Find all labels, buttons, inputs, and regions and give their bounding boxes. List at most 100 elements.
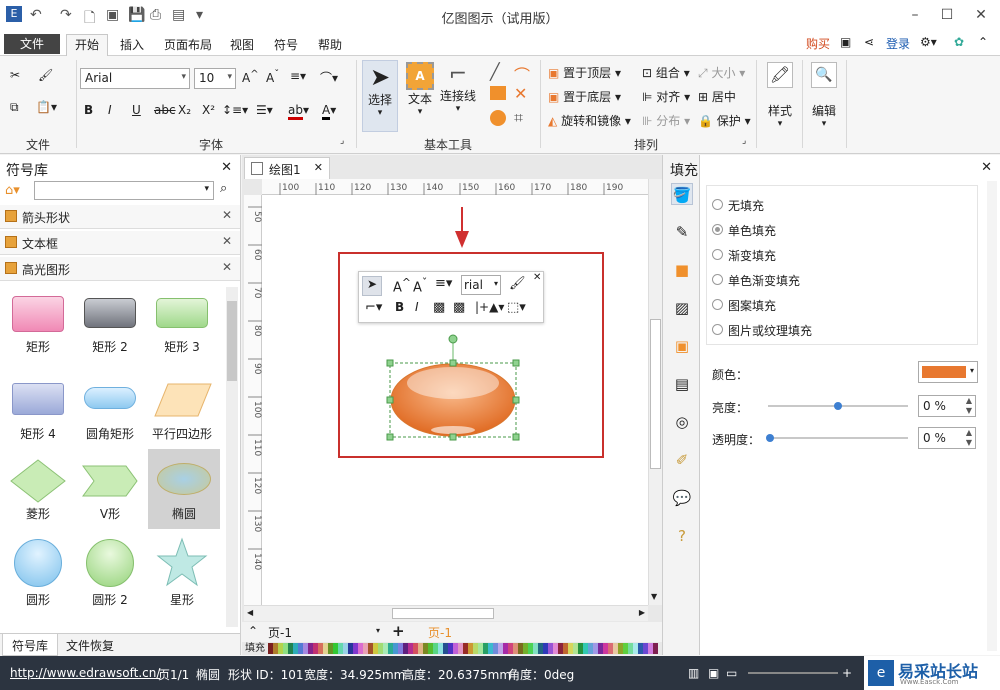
align-button[interactable]: ⊫ 对齐 ▾ — [642, 88, 690, 105]
fit-width-icon[interactable]: ▣ — [708, 666, 719, 680]
shape-item-rect2[interactable]: 矩形 2 — [74, 290, 146, 370]
palette-swatch[interactable] — [653, 643, 658, 654]
mini-toolbar-close-icon[interactable]: ✕ — [533, 272, 541, 283]
protect-button[interactable]: 🔒 保护 ▾ — [698, 112, 751, 129]
superscript-icon[interactable]: X² — [202, 103, 215, 117]
subscript-icon[interactable]: X₂ — [178, 103, 191, 117]
mini-bold-icon[interactable]: B — [395, 300, 404, 314]
edit-button[interactable]: 🔍 编辑 ▾ — [806, 62, 842, 138]
mini-align-icon[interactable]: ≡▾ — [435, 276, 452, 291]
rectangle-tool-icon[interactable] — [490, 86, 506, 100]
size-button[interactable]: ⤢ 大小 ▾ — [698, 64, 745, 81]
shadow-panel-icon[interactable]: ■ — [671, 259, 693, 281]
tab-view[interactable]: 视图 — [222, 35, 262, 56]
mini-shrink-font-icon[interactable]: Aˇ — [413, 276, 427, 295]
search-icon[interactable]: ⌕ — [220, 181, 227, 196]
minimize-icon[interactable]: – — [900, 4, 930, 26]
brightness-spinner[interactable]: 0 % ▲ ▼ — [918, 395, 976, 417]
font-dialog-launcher-icon[interactable]: ⌟ — [340, 136, 344, 146]
mini-italic-icon[interactable]: I — [415, 300, 419, 314]
shrink-font-icon[interactable]: Aˇ — [266, 69, 279, 85]
mini-bring-front-icon[interactable]: ▩ — [433, 300, 445, 315]
align-text-icon[interactable]: ≡▾ — [290, 69, 306, 83]
mini-font-select[interactable]: rial ▾ — [461, 275, 501, 295]
note-panel-icon[interactable]: ✐ — [671, 449, 693, 471]
website-link[interactable]: http://www.edrawsoft.cn/ — [10, 666, 160, 680]
shape-item-parallelogram[interactable]: 平行四边形 — [146, 377, 218, 457]
transparency-spinner[interactable]: 0 % ▲ ▼ — [918, 427, 976, 449]
tab-page-layout[interactable]: 页面布局 — [156, 35, 220, 56]
bullets-icon[interactable]: ☰▾ — [256, 103, 273, 117]
italic-icon[interactable]: I — [108, 103, 112, 117]
mini-select-icon[interactable]: ➤ — [362, 276, 382, 296]
close-fill-panel-icon[interactable]: ✕ — [981, 160, 992, 175]
rotate-mirror-button[interactable]: ◭ 旋转和镜像 ▾ — [548, 112, 631, 129]
mini-connector-icon[interactable]: ⌐▾ — [365, 300, 382, 315]
style-button[interactable]: 🖍 样式 ▾ — [762, 62, 798, 138]
bold-icon[interactable]: B — [84, 103, 93, 117]
text-direction-icon[interactable]: ⌒▾ — [320, 69, 338, 86]
tab-insert[interactable]: 插入 — [112, 35, 152, 56]
strikethrough-icon[interactable]: abc — [154, 103, 176, 117]
fill-option-single-gradient[interactable]: 单色渐变填充 — [712, 272, 800, 289]
font-name-select[interactable]: Arial ▾ — [80, 68, 190, 89]
selected-ellipse-shape[interactable] — [382, 333, 522, 445]
tab-home[interactable]: 开始 — [66, 34, 109, 57]
shape-item-circle[interactable]: 圆形 — [2, 537, 74, 617]
tab-help[interactable]: 帮助 — [310, 35, 350, 56]
library-category-arrows[interactable]: 箭头形状 ✕ — [0, 205, 240, 229]
line-tool-icon[interactable]: ╱ — [490, 62, 500, 81]
fill-option-picture[interactable]: 图片或纹理填充 — [712, 322, 812, 339]
underline-icon[interactable]: U — [132, 103, 141, 117]
login-link[interactable]: 登录 — [886, 35, 910, 52]
connector-tool-button[interactable]: ⌐ 连接线 ▾ — [438, 60, 478, 132]
fill-option-pattern[interactable]: 图案填充 — [712, 297, 776, 314]
mini-spacing-icon[interactable]: |+▲▾ — [475, 300, 504, 314]
buy-link[interactable]: 购买 — [806, 35, 830, 52]
mini-send-back-icon[interactable]: ▩ — [453, 300, 465, 315]
drawing-page[interactable]: ➤ A^ Aˇ ≡▾ rial ▾ 🖌 ✕ ⌐▾ B I ▩ ▩ |+▲▾ ⬚▾ — [262, 195, 648, 605]
line-spacing-icon[interactable]: ↕≡▾ — [222, 103, 248, 117]
format-painter-icon[interactable]: 🖌 — [38, 68, 53, 82]
library-scrollbar[interactable] — [226, 287, 238, 627]
tab-symbol-library[interactable]: 符号库 — [2, 634, 58, 656]
transparency-slider-thumb[interactable] — [766, 434, 774, 442]
shape-item-rect3[interactable]: 矩形 3 — [146, 290, 218, 370]
tab-file[interactable]: 文件 — [4, 34, 60, 54]
close-category-icon[interactable]: ✕ — [222, 208, 232, 222]
collapse-ribbon-icon[interactable]: ⌃ — [978, 35, 988, 49]
ellipse-tool-icon[interactable] — [490, 110, 506, 126]
brightness-slider[interactable] — [768, 402, 908, 410]
page-tab[interactable]: 页-1 — [428, 624, 452, 641]
share-icon[interactable]: ⋖ — [864, 35, 874, 49]
maximize-icon[interactable]: ☐ — [932, 4, 962, 26]
close-library-icon[interactable]: ✕ — [221, 160, 232, 175]
theme-icon[interactable]: ✿ — [954, 35, 964, 49]
arc-tool-icon[interactable]: ⌒ — [514, 62, 530, 86]
close-category-icon[interactable]: ✕ — [222, 260, 232, 274]
page-panel-icon[interactable]: ▤ — [671, 373, 693, 395]
close-category-icon[interactable]: ✕ — [222, 234, 232, 248]
mini-grow-font-icon[interactable]: A^ — [393, 276, 411, 295]
fill-panel-scrollbar[interactable] — [987, 181, 997, 651]
crop-tool-icon[interactable]: ⌗ — [514, 108, 523, 128]
shape-item-ellipse[interactable]: 椭圆 — [148, 449, 220, 529]
presentation-icon[interactable]: ▭ — [726, 666, 737, 680]
tab-file-recovery[interactable]: 文件恢复 — [66, 637, 114, 654]
shape-item-rect4[interactable]: 矩形 4 — [2, 377, 74, 457]
fill-option-none[interactable]: 无填充 — [712, 197, 764, 214]
transparency-slider[interactable] — [766, 434, 908, 442]
mini-format-painter-icon[interactable]: 🖌 — [509, 276, 526, 291]
layer-panel-icon[interactable]: ▣ — [671, 335, 693, 357]
font-color-icon[interactable]: A▾ — [322, 103, 336, 120]
group-button[interactable]: ⊡ 组合 ▾ — [642, 64, 690, 81]
cut-icon[interactable]: ✂ — [10, 68, 20, 82]
close-window-icon[interactable]: ✕ — [966, 4, 996, 26]
share-screen-icon[interactable]: ▣ — [840, 35, 851, 49]
home-library-icon[interactable]: ⌂▾ — [5, 183, 20, 198]
help-question-icon[interactable]: ? — [671, 525, 693, 547]
center-button[interactable]: ⊞ 居中 — [698, 88, 736, 105]
library-search-input[interactable]: ▾ — [34, 181, 214, 200]
distribute-button[interactable]: ⊪ 分布 ▾ — [642, 112, 690, 129]
select-tool-button[interactable]: ➤ 选择 ▾ — [362, 60, 398, 132]
